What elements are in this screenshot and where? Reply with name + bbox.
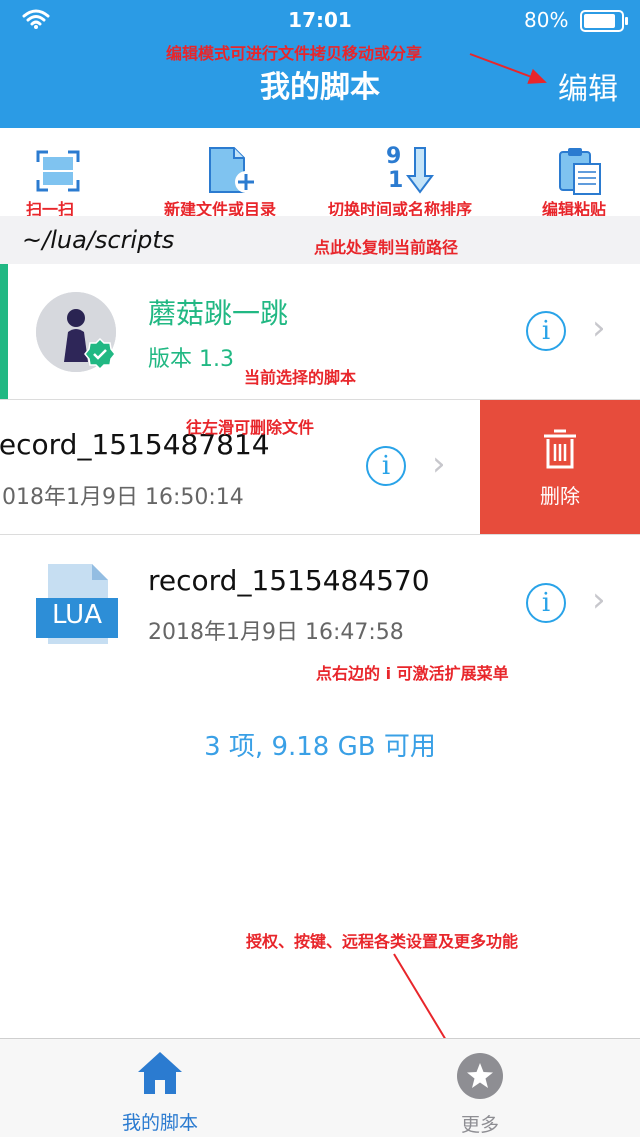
new-file-icon	[209, 147, 257, 193]
home-icon	[138, 1052, 182, 1094]
info-button[interactable]: i	[526, 311, 566, 351]
file-date: 2018年1月9日 16:47:58	[148, 620, 404, 645]
sort-button[interactable]: 9 1	[384, 144, 436, 196]
chevron-right-icon: ›	[592, 580, 606, 620]
sort-arrow-icon	[406, 147, 434, 194]
clipboard-icon	[559, 148, 601, 195]
sort-digit-top: 9	[386, 144, 402, 169]
storage-summary: 3 项, 9.18 GB 可用	[204, 732, 436, 762]
new-file-button[interactable]	[206, 146, 260, 196]
tab-my-scripts[interactable]: 我的脚本	[80, 1046, 240, 1134]
selected-indicator	[0, 264, 8, 400]
file-date: 2018年1月9日 16:50:14	[0, 485, 244, 510]
annotation-copy-path: 点此处复制当前路径	[314, 238, 459, 257]
chevron-right-icon: ›	[592, 308, 606, 348]
tab-label: 更多	[460, 1114, 499, 1136]
tab-label: 我的脚本	[121, 1112, 198, 1134]
chevron-right-icon: ›	[432, 444, 446, 484]
lua-icon-label: LUA	[51, 600, 102, 630]
scan-icon	[36, 150, 80, 192]
info-button[interactable]: i	[366, 446, 406, 486]
delete-button[interactable]: 删除	[480, 400, 640, 534]
info-button[interactable]: i	[526, 583, 566, 623]
script-name: 蘑菇跳一跳	[148, 297, 289, 330]
star-icon	[457, 1053, 503, 1099]
delete-label: 删除	[540, 484, 580, 508]
tab-more[interactable]: 更多	[400, 1046, 560, 1136]
current-path[interactable]: ~/lua/scripts	[22, 226, 174, 254]
annotation-swipe-delete: 往左滑可删除文件	[186, 418, 315, 437]
trash-icon	[544, 429, 576, 469]
scan-button[interactable]	[34, 148, 82, 194]
file-name: record_1515484570	[148, 564, 430, 597]
annotation-info-menu: 点右边的 i 可激活扩展菜单	[316, 664, 509, 683]
paste-button[interactable]	[558, 146, 604, 196]
annotation-current-script: 当前选择的脚本	[244, 368, 357, 387]
annotation-more-features: 授权、按键、远程各类设置及更多功能	[246, 932, 519, 951]
sort-digit-bottom: 1	[388, 168, 404, 193]
script-version: 版本 1.3	[148, 347, 234, 372]
selected-badge-icon	[84, 338, 116, 370]
